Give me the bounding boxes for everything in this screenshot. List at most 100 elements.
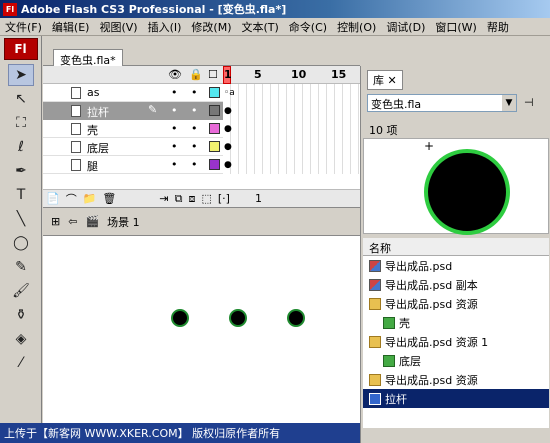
movieclip-icon [369,392,381,405]
timeline-toggle-icon[interactable]: ⊞ [51,215,60,228]
name-column-header[interactable]: 名称 [363,238,549,256]
layer-color-swatch[interactable] [209,159,220,170]
keyframe-icon: ● [224,142,232,152]
menu-view[interactable]: 视图(V) [94,19,142,35]
bug-instance[interactable] [171,309,189,327]
frame-number: 10 [291,67,307,81]
layer-color-swatch[interactable] [209,105,220,116]
visible-dot[interactable]: • [171,122,178,135]
layer-frames[interactable]: ● [223,120,360,138]
layer-frames[interactable]: ● [223,156,360,174]
pen-tool-icon[interactable]: ✒ [8,160,34,182]
outline-icon[interactable]: ☐ [208,68,218,81]
lasso-tool-icon[interactable]: ℓ [8,136,34,158]
menu-window[interactable]: 窗口(W) [430,19,481,35]
list-item[interactable]: 导出成品.psd 资源 1 [363,332,549,351]
visible-dot[interactable]: • [171,158,178,171]
menu-help[interactable]: 帮助 [482,19,514,35]
list-item[interactable]: 导出成品.psd 副本 [363,275,549,294]
paint-bucket-tool-icon[interactable]: ◈ [8,328,34,350]
window-title: Adobe Flash CS3 Professional - [变色虫.fla*… [21,3,287,16]
list-item[interactable]: 导出成品.psd [363,256,549,275]
list-item[interactable]: 导出成品.psd 资源 [363,294,549,313]
menu-modify[interactable]: 修改(M) [186,19,236,35]
selection-tool-icon[interactable]: ➤ [8,64,34,86]
layer-row[interactable]: 拉杆 ✎ • • ● [43,102,360,120]
lock-dot[interactable]: • [191,86,198,99]
layer-icon [71,123,81,135]
free-transform-tool-icon[interactable]: ⛶ [8,112,34,134]
scene-icon: 🎬 [85,215,100,228]
insert-layer-icon[interactable]: 📄 [46,192,60,205]
scene-label[interactable]: 场景 1 [107,214,140,230]
visible-dot[interactable]: • [171,86,178,99]
onion-skin-icon[interactable]: ⧉ [175,192,183,206]
brush-tool-icon[interactable]: 🖌 [8,280,34,302]
layer-color-swatch[interactable] [209,87,220,98]
layer-row[interactable]: 腿 • • ● [43,156,360,174]
lock-icon[interactable]: 🔒 [189,68,203,81]
document-tab[interactable]: 变色虫.fla* [53,49,123,67]
text-tool-icon[interactable]: T [8,184,34,206]
menu-file[interactable]: 文件(F) [0,19,47,35]
bug-instance[interactable] [287,309,305,327]
menu-debug[interactable]: 调试(D) [381,19,430,35]
layer-frames[interactable]: ● [223,102,360,120]
modify-markers-icon[interactable]: [·] [218,192,230,205]
list-item[interactable]: 拉杆 [363,389,549,408]
keyframe-icon: ● [224,106,232,116]
list-item[interactable]: 导出成品.psd 资源 [363,370,549,389]
edit-multiple-icon[interactable]: ⬚ [201,192,211,205]
center-frame-icon[interactable]: ⇥ [159,192,168,205]
stage[interactable] [43,236,360,436]
library-document-select[interactable]: 变色虫.fla ▼ [367,94,517,112]
lock-dot[interactable]: • [191,122,198,135]
library-tab[interactable]: 库 ✕ [367,70,403,90]
item-count: 10 项 [369,124,398,137]
layer-row[interactable]: 壳 • • ● [43,120,360,138]
lock-dot[interactable]: • [191,158,198,171]
line-tool-icon[interactable]: ╲ [8,208,34,230]
delete-layer-icon[interactable]: 🗑 [102,192,116,205]
onion-outline-icon[interactable]: ⧈ [188,192,195,206]
current-frame: 1 [254,192,262,205]
menu-edit[interactable]: 编辑(E) [47,19,95,35]
lock-dot[interactable]: • [191,104,198,117]
back-arrow-icon[interactable]: ⇦ [68,215,77,228]
layer-color-swatch[interactable] [209,123,220,134]
insert-folder-icon[interactable]: 📁 [83,192,97,205]
dropdown-arrow-icon[interactable]: ▼ [502,95,516,111]
visible-dot[interactable]: • [171,140,178,153]
lock-dot[interactable]: • [191,140,198,153]
show-hide-eye-icon[interactable]: 👁 [168,68,182,81]
ink-bottle-tool-icon[interactable]: ⚱ [8,304,34,326]
bug-instance[interactable] [229,309,247,327]
layer-icon [71,141,81,153]
layer-row[interactable]: 底层 • • ● [43,138,360,156]
pencil-tool-icon[interactable]: ✎ [8,256,34,278]
subselection-tool-icon[interactable]: ↖ [8,88,34,110]
document-tabs: 变色虫.fla* [43,36,360,67]
eyedropper-tool-icon[interactable]: ⁄ [8,352,34,374]
layer-icon [71,105,81,117]
layer-frames[interactable]: ◦a [223,84,360,102]
layer-frames[interactable]: ● [223,138,360,156]
menu-control[interactable]: 控制(O) [332,19,381,35]
oval-tool-icon[interactable]: ◯ [8,232,34,254]
layer-row[interactable]: as • • ◦a [43,84,360,102]
flash-app-icon: Fl [3,2,17,16]
menu-insert[interactable]: 插入(I) [143,19,187,35]
layer-name: as [87,86,100,99]
layer-color-swatch[interactable] [209,141,220,152]
add-guide-icon[interactable]: ⌒ [66,191,77,207]
bitmap-icon [369,259,381,272]
list-item[interactable]: 壳 [363,313,549,332]
frame-ruler[interactable]: 1 5 10 15 [223,65,360,84]
layer-name: 拉杆 [87,106,109,119]
menu-text[interactable]: 文本(T) [236,19,283,35]
layer-name: 腿 [87,160,98,173]
visible-dot[interactable]: • [171,104,178,117]
menu-commands[interactable]: 命令(C) [284,19,332,35]
list-item[interactable]: 底层 [363,351,549,370]
pin-library-icon[interactable]: ⊣ [524,96,534,109]
